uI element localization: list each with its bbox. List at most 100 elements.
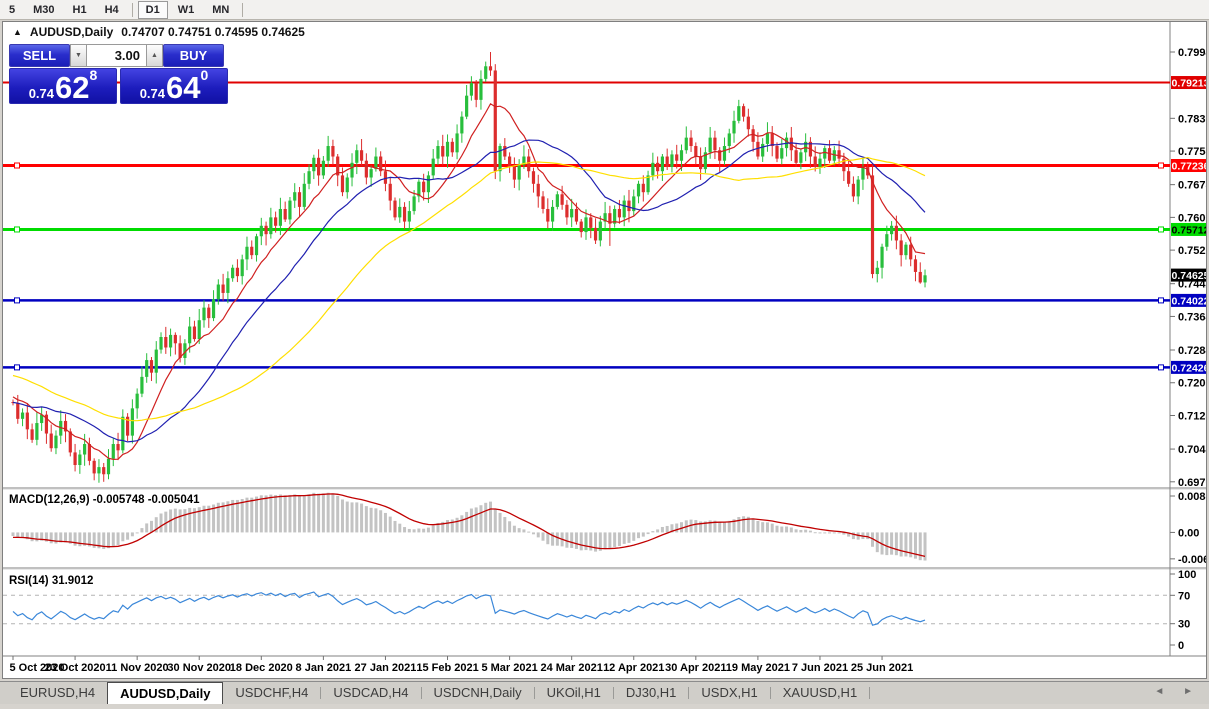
timeframe-d1-button[interactable]: D1 — [138, 1, 168, 19]
sell-button[interactable]: SELL — [9, 44, 70, 67]
macd-bar — [752, 518, 755, 532]
candle-down — [16, 403, 19, 419]
candle-up — [293, 192, 296, 200]
candle-down — [627, 201, 630, 211]
candle-down — [403, 207, 406, 222]
sell-price-display[interactable]: 0.74 62 8 — [9, 68, 117, 104]
tab-usdchf-h4[interactable]: USDCHF,H4 — [223, 682, 320, 704]
candle-down — [537, 184, 540, 197]
macd-bar — [183, 509, 186, 532]
macd-tick-label: 0.008877 — [1178, 491, 1206, 503]
candle-up — [97, 467, 100, 473]
tab-usdcnh-daily[interactable]: USDCNH,Daily — [422, 682, 534, 704]
macd-bar — [403, 527, 406, 532]
candle-up — [923, 275, 926, 282]
macd-bar — [250, 498, 253, 533]
macd-bar — [556, 532, 559, 545]
line-handle[interactable] — [15, 298, 20, 303]
candle-down — [88, 444, 91, 461]
tab-ukoil-h1[interactable]: UKOil,H1 — [535, 682, 613, 704]
macd-bar — [723, 522, 726, 533]
timeframe-h1-button[interactable]: H1 — [65, 1, 95, 19]
candle-up — [623, 201, 626, 218]
candle-down — [31, 429, 34, 439]
candle-up — [355, 150, 358, 163]
timeframe-h4-button[interactable]: H4 — [97, 1, 127, 19]
candle-up — [188, 327, 191, 344]
macd-bar — [809, 531, 812, 533]
candle-up — [766, 133, 769, 143]
rsi-tick-label: 70 — [1178, 590, 1190, 602]
macd-bar — [50, 532, 53, 543]
tab-dj30-h1[interactable]: DJ30,H1 — [614, 682, 689, 704]
tabs-scroll-left-icon[interactable]: ◄ — [1154, 686, 1172, 697]
line-handle[interactable] — [15, 227, 20, 232]
candle-down — [274, 217, 277, 225]
candle-down — [852, 184, 855, 197]
macd-bar — [317, 494, 320, 533]
candle-up — [465, 96, 468, 117]
candle-up — [346, 178, 349, 193]
line-handle[interactable] — [15, 163, 20, 168]
line-handle[interactable] — [1159, 298, 1164, 303]
buy-button[interactable]: BUY — [163, 44, 224, 67]
macd-bar — [236, 500, 239, 532]
tabs-scroll-right-icon[interactable]: ► — [1183, 686, 1201, 697]
candle-up — [370, 169, 373, 177]
candle-down — [116, 444, 119, 450]
candle-up — [54, 436, 57, 449]
candle-up — [140, 377, 143, 394]
macd-bar — [322, 494, 325, 533]
candle-up — [484, 66, 487, 79]
buy-price-display[interactable]: 0.74 64 0 — [120, 68, 228, 104]
rsi-line — [13, 592, 925, 625]
line-handle[interactable] — [1159, 365, 1164, 370]
date-axis[interactable]: 5 Oct 202023 Oct 202011 Nov 202030 Nov 2… — [9, 656, 913, 674]
candle-down — [222, 285, 225, 293]
macd-bar — [604, 532, 607, 549]
candle-up — [21, 413, 24, 419]
macd-bar — [647, 532, 650, 534]
volume-input[interactable] — [87, 44, 146, 67]
indicator-scales[interactable]: 0.0088770.00-0.00644510070300 — [1170, 491, 1206, 652]
line-handle[interactable] — [1159, 227, 1164, 232]
macd-bar — [370, 508, 373, 533]
macd-bar — [179, 509, 182, 532]
candle-up — [198, 320, 201, 339]
macd-bar — [575, 532, 578, 549]
macd-bar — [866, 532, 869, 539]
macd-bar — [718, 522, 721, 533]
toolbar-separator — [132, 3, 133, 17]
timeframe-m30-button[interactable]: M30 — [25, 1, 62, 19]
tab-usdx-h1[interactable]: USDX,H1 — [689, 682, 769, 704]
chart-canvas[interactable]: 0.799400.783600.775800.767800.760000.752… — [3, 22, 1206, 678]
line-handle[interactable] — [1159, 163, 1164, 168]
timeframe-m5-button[interactable]: 5 — [1, 1, 23, 19]
tab-usdcad-h4[interactable]: USDCAD,H4 — [321, 682, 420, 704]
tab-eurusd-h4[interactable]: EURUSD,H4 — [8, 682, 107, 704]
timeframe-mn-button[interactable]: MN — [204, 1, 237, 19]
timeframe-w1-button[interactable]: W1 — [170, 1, 203, 19]
macd-bar — [585, 532, 588, 550]
buy-price-base: 0.74 — [140, 86, 165, 101]
volume-down-button[interactable]: ▼ — [70, 44, 87, 67]
candle-down — [656, 163, 659, 171]
macd-bar — [489, 502, 492, 533]
macd-bar — [107, 532, 110, 548]
macd-bar — [503, 517, 506, 532]
price-scale[interactable]: 0.799400.783600.775800.767800.760000.752… — [1170, 47, 1206, 489]
macd-bar — [131, 532, 134, 536]
tab-audusd-daily[interactable]: AUDUSD,Daily — [107, 682, 223, 704]
tab-xauusd-h1[interactable]: XAUUSD,H1 — [771, 682, 869, 704]
candle-up — [303, 184, 306, 207]
date-tick-label: 7 Jun 2021 — [792, 662, 848, 674]
macd-bar — [580, 532, 583, 550]
candle-down — [193, 327, 196, 340]
volume-up-button[interactable]: ▲ — [146, 44, 163, 67]
line-handle[interactable] — [15, 365, 20, 370]
candle-down — [489, 66, 492, 70]
candle-up — [518, 165, 521, 180]
collapse-panel-icon[interactable]: ▲ — [13, 27, 22, 37]
macd-bar — [336, 496, 339, 533]
macd-bar — [279, 495, 282, 533]
